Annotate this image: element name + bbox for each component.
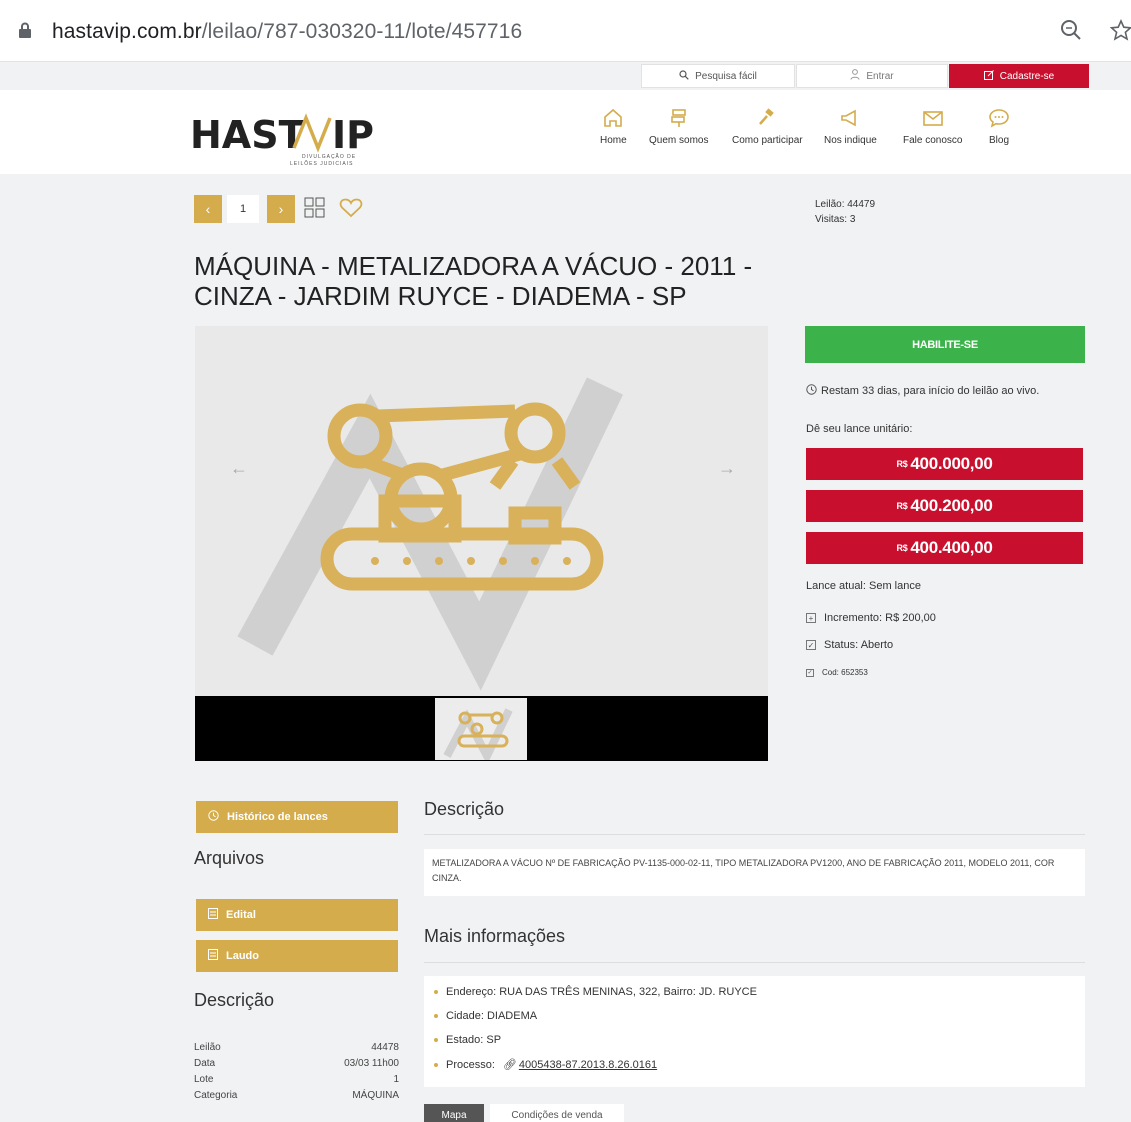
- signpost-icon: [669, 108, 689, 135]
- bid-option-button[interactable]: R$ 400.200,00: [806, 490, 1083, 522]
- leilao-number: Leilão: 44479: [815, 199, 876, 210]
- document-icon: [208, 949, 218, 963]
- visit-count: Visitas: 3: [815, 214, 856, 225]
- megaphone-icon: [839, 108, 861, 135]
- bid-option-button[interactable]: R$ 400.000,00: [806, 448, 1083, 480]
- bid-option-button[interactable]: R$ 400.400,00: [806, 532, 1083, 564]
- files-heading: Arquivos: [194, 848, 265, 868]
- laudo-file-button[interactable]: Laudo: [196, 940, 398, 972]
- countdown-text: Restam 33 dias, para início do leilão ao…: [806, 384, 1039, 398]
- svg-text:IP: IP: [332, 113, 374, 157]
- checkbox-icon: ✓: [806, 640, 816, 650]
- gavel-icon: [757, 108, 777, 135]
- detail-row: Data 03/03 11h00: [194, 1058, 399, 1069]
- status-info: ✓ Status: Aberto: [806, 639, 894, 651]
- url-text[interactable]: hastavip.com.br/leilao/787-030320-11/lot…: [52, 20, 522, 44]
- bullet-icon: [434, 1062, 438, 1067]
- edital-file-button[interactable]: Edital: [196, 899, 398, 931]
- chevron-left-icon: ‹: [205, 201, 211, 217]
- list-item: Endereço: RUA DAS TRÊS MENINAS, 322, Bai…: [434, 986, 757, 998]
- nav-blog[interactable]: Blog: [988, 108, 1010, 146]
- document-icon: [208, 908, 218, 922]
- description-heading: Descrição: [424, 799, 505, 819]
- image-gallery[interactable]: [195, 326, 768, 696]
- thumbnail-strip: [195, 696, 768, 765]
- thumbnail-image[interactable]: [435, 698, 527, 765]
- lot-title: MÁQUINA - METALIZADORA A VÁCUO - 2011 - …: [194, 251, 753, 311]
- nav-home[interactable]: Home: [600, 108, 627, 146]
- detail-row: Categoria MÁQUINA: [194, 1090, 399, 1101]
- plus-box-icon: +: [806, 613, 816, 623]
- tab-condicoes-de-venda[interactable]: Condições de venda: [490, 1104, 624, 1122]
- lot-meta: Leilão: 44479 Visitas: 3: [815, 197, 875, 227]
- bullet-icon: [434, 1038, 438, 1042]
- zoom-icon[interactable]: [1060, 19, 1082, 46]
- register-button[interactable]: Cadastre-se: [949, 64, 1089, 88]
- gallery-next-arrow-icon[interactable]: →: [718, 458, 736, 479]
- nav-quem-somos[interactable]: Quem somos: [649, 108, 708, 146]
- divider: [424, 834, 1085, 835]
- habilite-se-button[interactable]: HABILITE-SE: [805, 326, 1085, 363]
- search-button[interactable]: Pesquisa fácil: [641, 64, 795, 88]
- bookmark-star-icon[interactable]: [1109, 19, 1131, 46]
- more-info-heading: Mais informações: [424, 926, 566, 946]
- clock-icon: [208, 810, 219, 824]
- more-info-list: Endereço: RUA DAS TRÊS MENINAS, 322, Bai…: [424, 976, 1085, 1087]
- browser-address-bar[interactable]: hastavip.com.br/leilao/787-030320-11/lot…: [0, 0, 1131, 62]
- gallery-prev-arrow-icon[interactable]: ←: [230, 458, 248, 479]
- envelope-icon: [922, 108, 944, 135]
- lot-details-table: Leilão 44478 Data 03/03 11h00 Lote 1 Catego…: [194, 1040, 399, 1104]
- search-icon: [679, 69, 689, 83]
- checkbox-icon: ✓: [806, 668, 814, 677]
- home-icon: [603, 108, 623, 135]
- user-icon: [850, 69, 860, 83]
- bullet-icon: [434, 990, 438, 994]
- detail-row: Lote 1: [194, 1074, 399, 1085]
- clock-icon: [806, 384, 817, 398]
- grid-view-icon[interactable]: [304, 197, 326, 224]
- prev-lot-button[interactable]: ‹: [194, 195, 222, 223]
- code-info: ✓ Cod: 652353: [806, 668, 868, 677]
- svg-text:HAST: HAST: [190, 113, 305, 157]
- list-item: Cidade: DIADEMA: [434, 1010, 537, 1022]
- paperclip-icon: 🔗︎: [502, 1059, 517, 1071]
- divider: [424, 962, 1085, 963]
- detail-row: Leilão 44478: [194, 1042, 399, 1053]
- list-item: Estado: SP: [434, 1034, 501, 1046]
- nav-como-participar[interactable]: Como participar: [732, 108, 803, 146]
- lot-number-input[interactable]: 1: [227, 195, 259, 223]
- chevron-right-icon: ›: [278, 201, 284, 217]
- description-text: METALIZADORA A VÁCUO Nº DE FABRICAÇÃO PV…: [424, 849, 1085, 896]
- current-bid: Lance atual: Sem lance: [806, 580, 921, 592]
- process-link[interactable]: 4005438-87.2013.8.26.0161: [519, 1059, 657, 1071]
- lock-icon: [18, 22, 32, 43]
- tab-mapa[interactable]: Mapa: [424, 1104, 484, 1122]
- sidebar-description-heading: Descrição: [194, 990, 275, 1010]
- next-lot-button[interactable]: ›: [267, 195, 295, 223]
- list-item: Processo: 🔗︎ 4005438-87.2013.8.26.0161: [434, 1058, 657, 1071]
- edit-icon: [983, 69, 994, 83]
- machine-placeholder-image: [237, 377, 624, 691]
- nav-fale-conosco[interactable]: Fale conosco: [903, 108, 962, 146]
- utility-bar: Pesquisa fácil Entrar Cadastre-se: [0, 62, 1131, 90]
- increment-info: + Incremento: R$ 200,00: [806, 612, 936, 624]
- heart-icon[interactable]: [339, 198, 363, 223]
- site-header: HAST IP DIVULGAÇÃO DE LEILÕES JUDICIAIS …: [0, 90, 1131, 174]
- nav-nos-indique[interactable]: Nos indique: [824, 108, 877, 146]
- bullet-icon: [434, 1014, 438, 1018]
- hastavip-logo[interactable]: HAST IP DIVULGAÇÃO DE LEILÕES JUDICIAIS: [190, 108, 390, 173]
- chat-bubble-icon: [988, 108, 1010, 135]
- bid-history-button[interactable]: Histórico de lances: [196, 801, 398, 833]
- bid-prompt: Dê seu lance unitário:: [806, 423, 913, 435]
- login-button[interactable]: Entrar: [796, 64, 948, 88]
